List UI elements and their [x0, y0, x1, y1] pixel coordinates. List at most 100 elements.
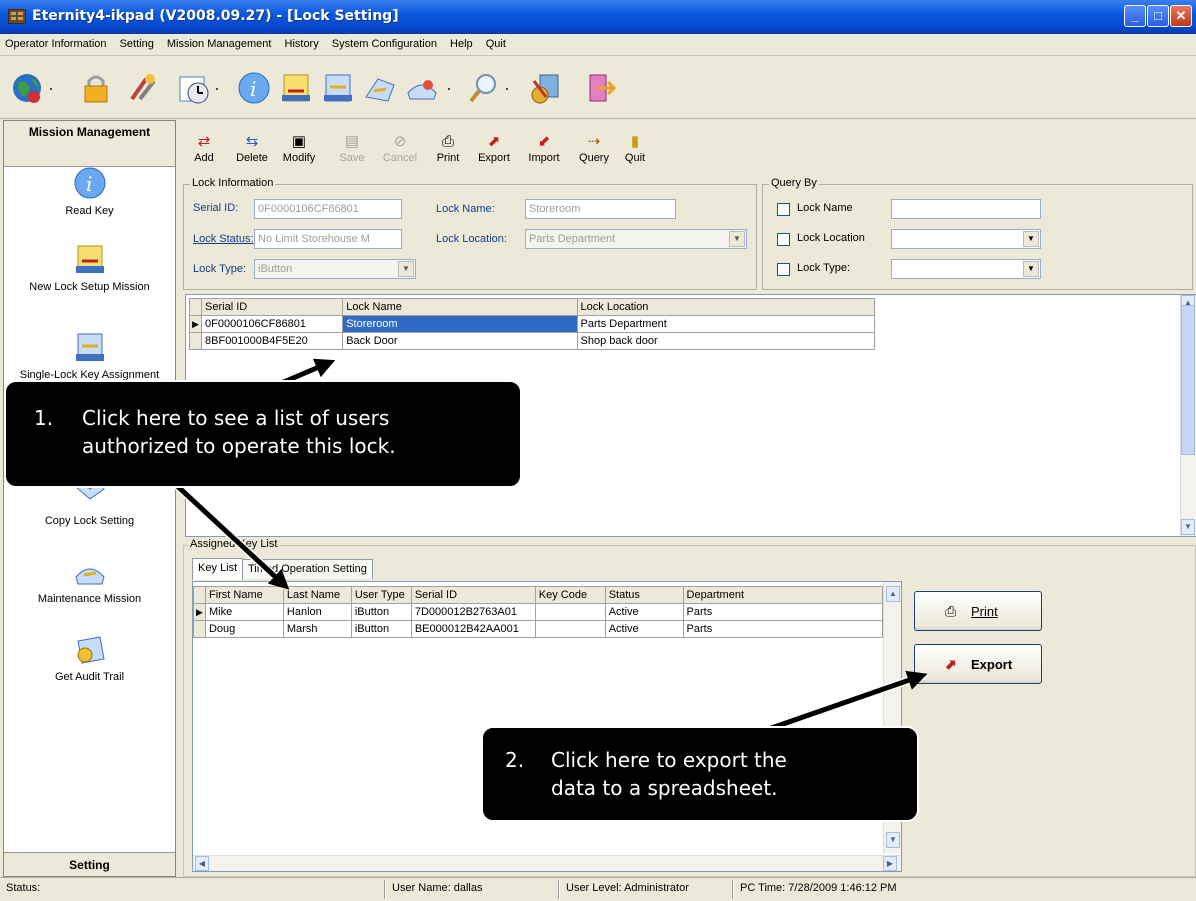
lock-name-checkbox[interactable]: [777, 203, 790, 216]
serial-id-field[interactable]: 0F0000106CF86801: [254, 199, 402, 219]
delete-button[interactable]: ⇆ Delete: [228, 132, 276, 164]
callout-one: 1. Click here to see a list of users aut…: [4, 380, 522, 488]
lock-location-select[interactable]: Parts Department ▼: [525, 229, 747, 249]
lock-type-label: Lock Type:: [193, 263, 246, 275]
printer-icon: ⎙: [441, 133, 454, 150]
tab-key-list[interactable]: Key List: [192, 558, 244, 580]
table-row[interactable]: Doug Marsh iButton BE000012B42AA001 Acti…: [193, 620, 884, 638]
scroll-thumb[interactable]: [1181, 305, 1195, 455]
close-button[interactable]: ✕: [1170, 5, 1192, 27]
menu-help[interactable]: Help: [445, 34, 478, 50]
import-button[interactable]: ⬋ Import: [520, 132, 568, 164]
grid-scrollbar[interactable]: ▲ ▼: [1180, 295, 1196, 536]
chevron-down-icon[interactable]: ▼: [398, 261, 414, 277]
column-header[interactable]: Serial ID: [201, 298, 344, 316]
group-title: Query By: [769, 177, 819, 189]
maintenance-icon[interactable]: [404, 71, 440, 105]
sidebar-item-read-key[interactable]: i Read Key: [4, 167, 175, 217]
maximize-button[interactable]: □: [1147, 5, 1169, 27]
minimize-button[interactable]: _: [1124, 5, 1146, 27]
group-title: Lock Information: [190, 177, 276, 189]
query-icon: ⇢: [587, 133, 601, 150]
new-lock-setup-icon[interactable]: [278, 71, 314, 105]
tab-timed-operation-setting[interactable]: Timed Operation Setting: [242, 559, 373, 579]
lock-icon[interactable]: [78, 71, 114, 105]
menu-history[interactable]: History: [280, 34, 324, 50]
menu-setting[interactable]: Setting: [115, 34, 159, 50]
delete-icon: ⇆: [245, 133, 259, 150]
sidebar-footer-setting[interactable]: Setting: [4, 852, 175, 876]
query-lock-name-input[interactable]: [891, 199, 1041, 219]
key-grid-hscrollbar[interactable]: ◀ ▶: [193, 855, 901, 871]
app-icon: [8, 9, 26, 24]
system-config-icon[interactable]: [526, 71, 562, 105]
column-header[interactable]: Key Code: [534, 586, 606, 604]
query-lock-type-select[interactable]: ▼: [891, 259, 1041, 279]
column-header[interactable]: Status: [604, 586, 684, 604]
export-button[interactable]: ⬈ Export: [914, 644, 1042, 684]
sidebar-item-get-audit-trail[interactable]: Get Audit Trail: [4, 633, 175, 683]
sidebar-item-single-lock-key-assignment[interactable]: Single-Lock Key Assignment: [4, 331, 175, 381]
svg-text:i: i: [250, 77, 256, 101]
export-icon: ⬈: [945, 656, 957, 672]
lock-type-select[interactable]: iButton ▼: [254, 259, 416, 279]
scroll-up-icon[interactable]: ▲: [886, 586, 900, 602]
column-header[interactable]: Department: [682, 586, 884, 604]
lock-location-checkbox[interactable]: [777, 233, 790, 246]
save-icon: ▤: [344, 133, 360, 150]
exit-door-icon[interactable]: [584, 71, 620, 105]
scroll-down-icon[interactable]: ▼: [1181, 519, 1195, 535]
column-header[interactable]: Serial ID: [410, 586, 536, 604]
copy-lock-setting-icon[interactable]: [362, 71, 398, 105]
lock-location-label: Lock Location:: [436, 233, 507, 245]
lock-name-field[interactable]: Storeroom: [525, 199, 676, 219]
cancel-button[interactable]: ⊘ Cancel: [376, 132, 424, 164]
chevron-down-icon[interactable]: ▼: [729, 231, 745, 247]
operator-globe-icon[interactable]: [10, 71, 46, 105]
chevron-down-icon[interactable]: ▼: [1023, 231, 1039, 247]
column-header[interactable]: User Type: [350, 586, 412, 604]
menu-system-configuration[interactable]: System Configuration: [327, 34, 442, 50]
lock-status-link[interactable]: Lock Status:: [193, 233, 254, 245]
query-button[interactable]: ⇢ Query: [570, 132, 618, 164]
lock-information-group: Lock Information Serial ID: 0F0000106CF8…: [183, 177, 757, 290]
sidebar-item-new-lock-setup[interactable]: New Lock Setup Mission: [4, 243, 175, 293]
menu-operator-information[interactable]: Operator Information: [0, 34, 112, 50]
printer-icon: ⎙: [945, 603, 957, 619]
table-row[interactable]: ▶ Mike Hanlon iButton 7D000012B2763A01 A…: [193, 603, 884, 621]
column-header[interactable]: Lock Location: [576, 298, 876, 316]
single-lock-assign-icon[interactable]: [320, 71, 356, 105]
keys-tools-icon[interactable]: [126, 71, 162, 105]
clock-schedule-icon[interactable]: [176, 71, 212, 105]
table-row[interactable]: ▶ 0F0000106CF86801 Storeroom Parts Depar…: [188, 315, 876, 333]
lock-type-checkbox[interactable]: [777, 263, 790, 276]
modify-icon: ▣: [291, 133, 307, 150]
sidebar-item-maintenance-mission[interactable]: Maintenance Mission: [4, 555, 175, 605]
table-row[interactable]: 8BF001000B4F5E20 Back Door Shop back doo…: [188, 332, 876, 350]
print-button[interactable]: ⎙ Print: [424, 132, 472, 164]
chevron-down-icon[interactable]: ▼: [1023, 261, 1039, 277]
column-header[interactable]: Last Name: [282, 586, 352, 604]
info-icon[interactable]: i: [236, 71, 272, 105]
modify-button[interactable]: ▣ Modify: [275, 132, 323, 164]
export-button[interactable]: ⬈ Export: [470, 132, 518, 164]
status-label: Status:: [6, 882, 41, 894]
status-bar: Status: User Name: dallas User Level: Ad…: [0, 877, 1196, 901]
column-header[interactable]: Lock Name: [342, 298, 578, 316]
sidebar-item-label: Read Key: [65, 205, 114, 217]
menu-quit[interactable]: Quit: [481, 34, 511, 50]
assigned-key-list-group: Assigned Key List Key List Timed Operati…: [183, 538, 1196, 877]
scroll-down-icon[interactable]: ▼: [886, 832, 900, 848]
scroll-right-icon[interactable]: ▶: [883, 856, 897, 871]
column-header[interactable]: First Name: [204, 586, 284, 604]
query-lock-location-select[interactable]: ▼: [891, 229, 1041, 249]
quit-button[interactable]: ▮ Quit: [620, 132, 650, 164]
print-button[interactable]: ⎙ Print: [914, 591, 1042, 631]
user-name: User Name: dallas: [392, 882, 483, 894]
scroll-left-icon[interactable]: ◀: [195, 856, 209, 871]
menu-mission-management[interactable]: Mission Management: [162, 34, 277, 50]
save-button[interactable]: ▤ Save: [328, 132, 376, 164]
add-button[interactable]: ⇄ Add: [180, 132, 228, 164]
lock-status-field[interactable]: No Limit Storehouse M: [254, 229, 402, 249]
search-icon[interactable]: [466, 71, 502, 105]
